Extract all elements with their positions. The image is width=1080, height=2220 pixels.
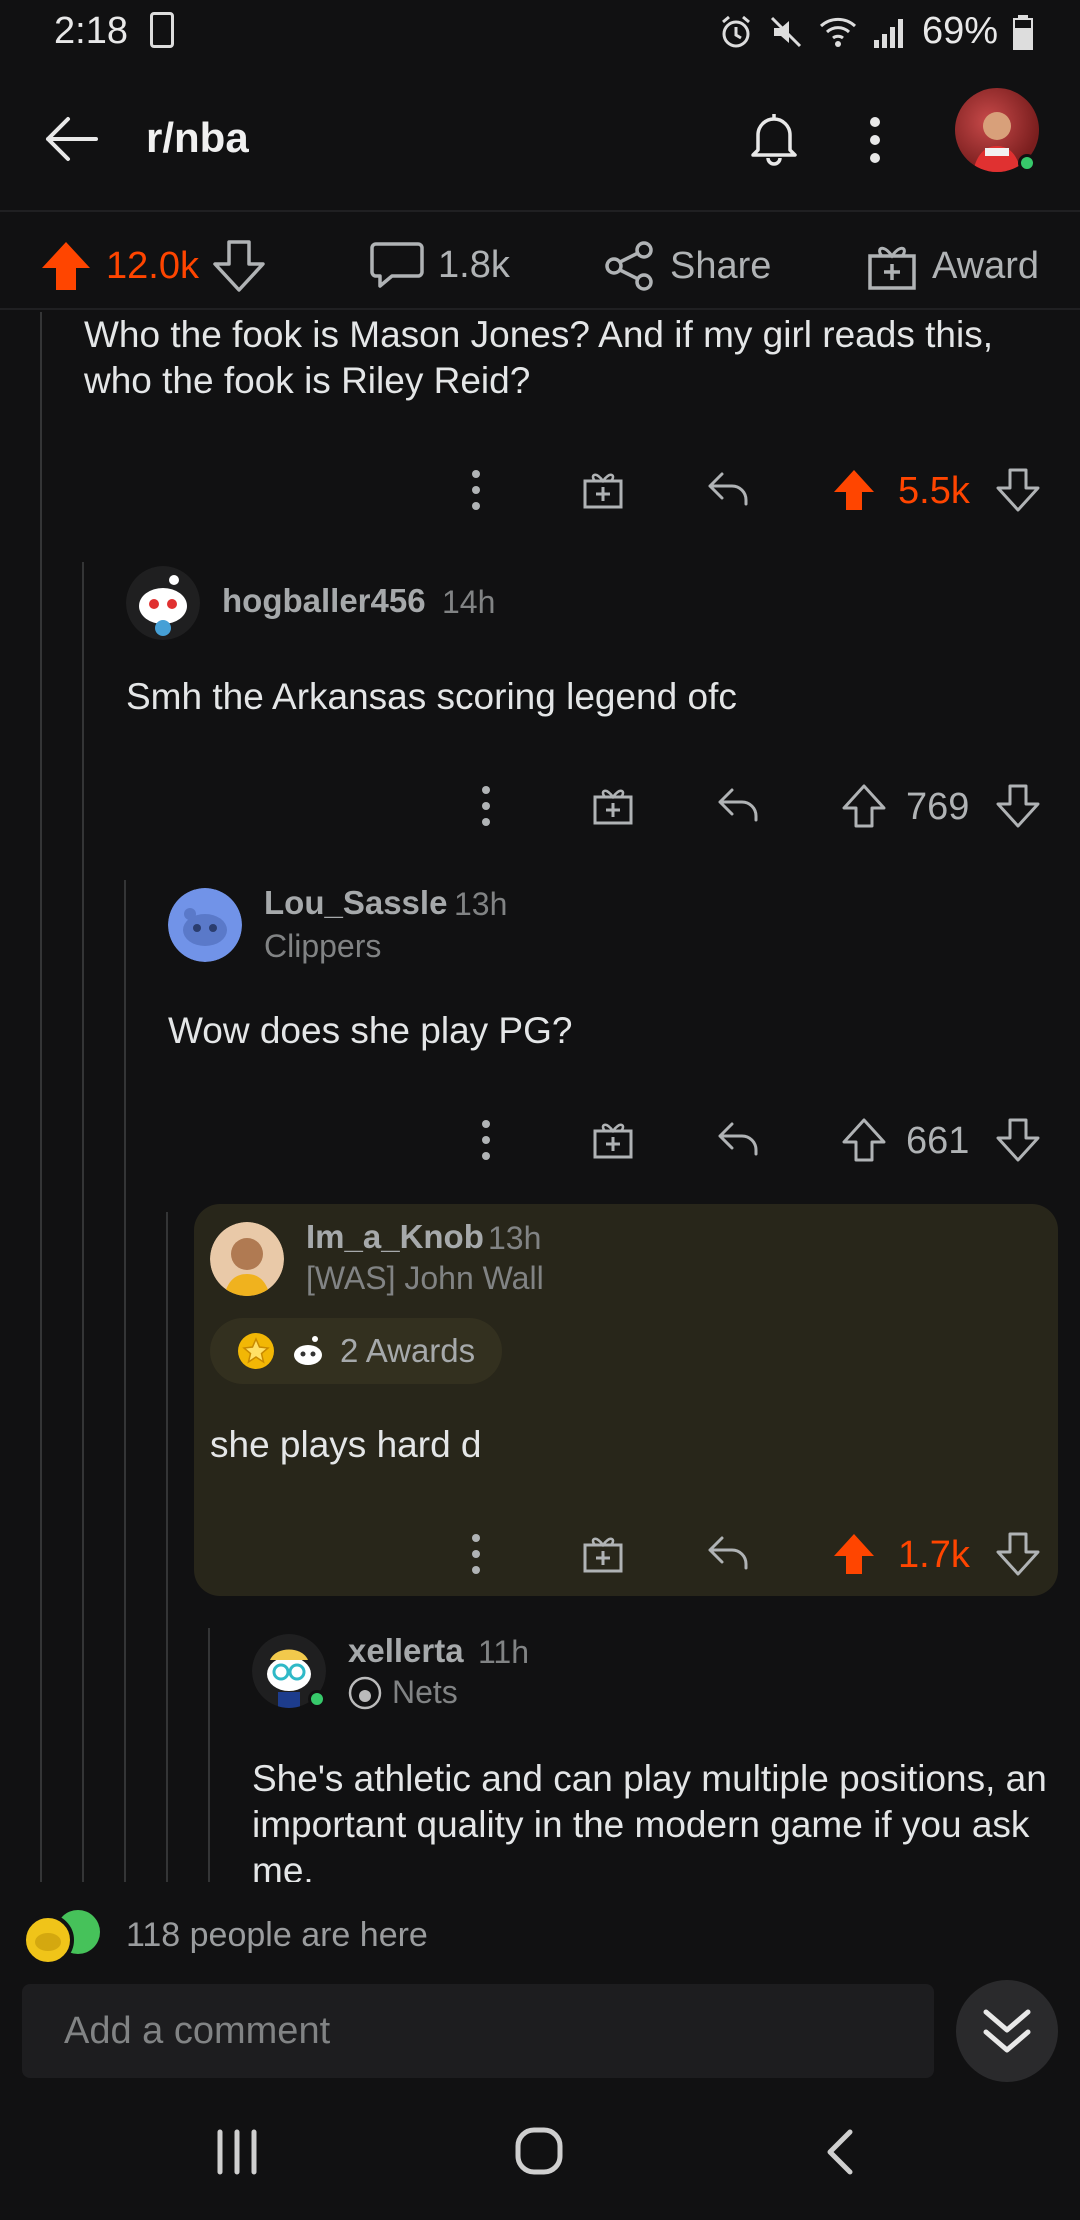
award-button[interactable]: Award [866,240,1039,292]
reply-icon[interactable] [706,470,750,508]
downvote-arrow-icon[interactable] [996,468,1040,512]
online-status-dot [308,1690,326,1708]
user-flair: [WAS] John Wall [306,1260,544,1296]
upvote-arrow-icon[interactable] [40,240,92,292]
user-avatar[interactable] [168,888,242,962]
comments-button[interactable]: 1.8k [370,240,510,290]
post-action-bar: 12.0k 1.8k Share Award [0,210,1080,310]
comment-username[interactable]: Im_a_Knob [306,1218,484,1256]
comment-score: 1.7k [898,1534,970,1576]
gift-icon[interactable] [582,468,624,510]
recent-apps-icon[interactable] [214,2128,260,2176]
gift-icon[interactable] [592,1118,634,1160]
comment-body: Wow does she play PG? [168,1010,573,1051]
comment-more-icon[interactable] [470,1532,482,1576]
comment-more-icon[interactable] [480,1118,492,1162]
downvote-arrow-icon[interactable] [996,1118,1040,1162]
double-chevron-down-icon [983,2009,1031,2053]
thread-line [40,312,42,1882]
snoo-award-icon [294,1336,322,1365]
battery-percent: 69% [921,10,998,52]
comment-actions: 1.7k [460,1528,1040,1582]
share-label: Share [670,244,772,287]
user-avatar[interactable] [210,1222,284,1296]
app-header: r/nba [0,70,1080,206]
bell-icon[interactable] [748,110,800,166]
downvote-arrow-icon[interactable] [996,1532,1040,1576]
gift-icon[interactable] [592,784,634,826]
user-avatar[interactable] [126,566,200,640]
comment-actions: 661 [470,1114,1040,1168]
user-flair: Nets [392,1674,458,1710]
comment-more-icon[interactable] [470,468,482,512]
subreddit-title[interactable]: r/nba [146,114,249,162]
upvote-arrow-icon[interactable] [842,1118,886,1162]
home-icon[interactable] [514,2126,564,2176]
thread-line [166,1212,168,1882]
comment-score: 661 [906,1120,970,1162]
comment-username[interactable]: Lou_Sassle [264,884,447,922]
comment-username[interactable]: xellerta [348,1632,464,1670]
comment-score: 769 [906,786,970,828]
share-icon [605,241,653,291]
awards-badge[interactable]: 2 Awards [210,1318,502,1384]
alarm-icon [721,15,750,47]
status-bar: 2:18 69% [0,0,1080,66]
thread-line [82,562,84,1882]
add-comment-input[interactable]: Add a comment [22,1984,934,2078]
comment-body: She's athletic and can play multiple pos… [252,1758,1047,1882]
downvote-arrow-icon[interactable] [996,784,1040,828]
comment-time: 13h [454,886,508,922]
online-status-dot [1018,154,1036,172]
battery-icon [1013,14,1033,50]
mute-icon [770,16,801,47]
upvote-arrow-icon[interactable] [842,784,886,828]
gift-icon[interactable] [582,1532,624,1574]
award-label: Award [932,244,1040,287]
comment-time: 14h [442,584,496,620]
wifi-icon [819,17,856,47]
nba-app-icon [150,12,174,48]
reply-icon[interactable] [716,786,760,824]
comment-username[interactable]: hogballer456 [222,582,426,620]
gold-star-award-icon [238,1333,274,1369]
comment-count: 1.8k [438,243,510,286]
reply-icon[interactable] [716,1120,760,1158]
comment-actions: 5.5k [460,464,1040,518]
upvote-arrow-icon[interactable] [832,1532,876,1576]
comment-body: she plays hard d [210,1424,482,1465]
nets-logo-icon [348,1676,382,1710]
more-options-icon[interactable] [866,114,884,166]
thread-line [208,1628,210,1882]
comment-score: 5.5k [898,470,970,512]
comment-time: 13h [488,1220,542,1256]
share-button[interactable]: Share [604,240,771,292]
comment-bubble-icon [370,242,424,288]
gift-icon [868,246,916,290]
back-arrow-icon[interactable] [44,116,98,162]
comment-actions: 769 [470,780,1040,834]
thread-line [124,880,126,1882]
scroll-down-button[interactable] [956,1980,1058,2082]
nav-back-icon[interactable] [822,2128,856,2176]
downvote-arrow-icon[interactable] [213,240,265,292]
comment-more-icon[interactable] [480,784,492,828]
comment-time: 11h [478,1634,530,1670]
presence-avatars-icon [22,1910,100,1966]
user-flair: Clippers [264,928,382,964]
system-nav-bar [0,2100,1080,2220]
signal-icon [873,18,903,48]
awards-count: 2 Awards [340,1332,476,1369]
upvote-arrow-icon[interactable] [832,468,876,512]
comment-body: Who the fook is Mason Jones? And if my g… [84,314,993,401]
reply-icon[interactable] [706,1534,750,1572]
presence-count: 118 people are here [126,1916,428,1954]
status-time: 2:18 [54,10,128,52]
post-score: 12.0k [106,244,199,287]
comment-body: Smh the Arkansas scoring legend ofc [126,676,737,717]
